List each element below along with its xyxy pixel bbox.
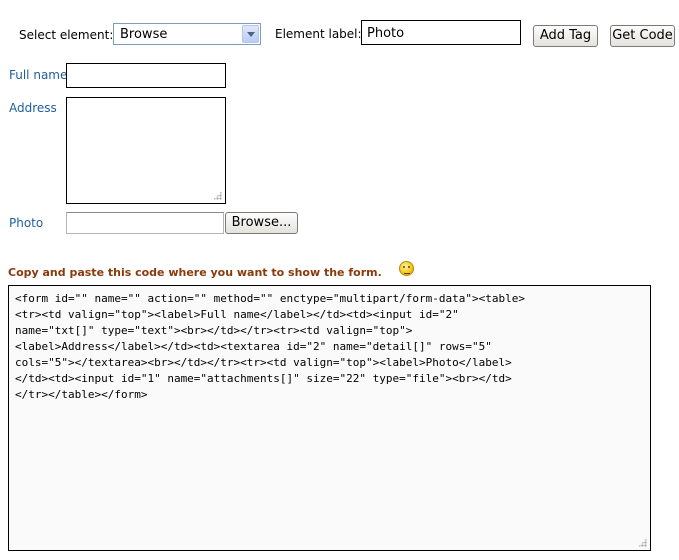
get-code-button[interactable]: Get Code [610,25,675,47]
generated-code-text: <form id="" name="" action="" method="" … [15,292,525,401]
resize-grip-icon[interactable] [638,538,647,547]
select-element-label: Select element: [19,28,114,42]
copy-instruction-text: Copy and paste this code where you want … [8,266,382,279]
resize-grip-icon[interactable] [213,191,222,200]
full-name-label: Full name [9,68,68,82]
element-label-label: Element label: [275,27,362,41]
element-label-input[interactable]: Photo [361,20,521,45]
chevron-down-icon[interactable] [242,25,259,43]
element-label-input-value: Photo [367,26,405,41]
photo-label: Photo [9,216,44,230]
browse-button[interactable]: Browse... [225,212,298,234]
photo-file-path-input[interactable] [66,212,224,234]
generated-code-textarea[interactable]: <form id="" name="" action="" method="" … [8,285,651,551]
add-tag-button[interactable]: Add Tag [533,25,598,47]
smiley-icon [399,261,414,276]
address-label: Address [9,101,57,115]
element-type-select[interactable]: Browse [113,23,261,45]
full-name-input[interactable] [66,63,226,88]
element-type-select-value: Browse [120,27,168,42]
address-textarea[interactable] [66,97,226,204]
